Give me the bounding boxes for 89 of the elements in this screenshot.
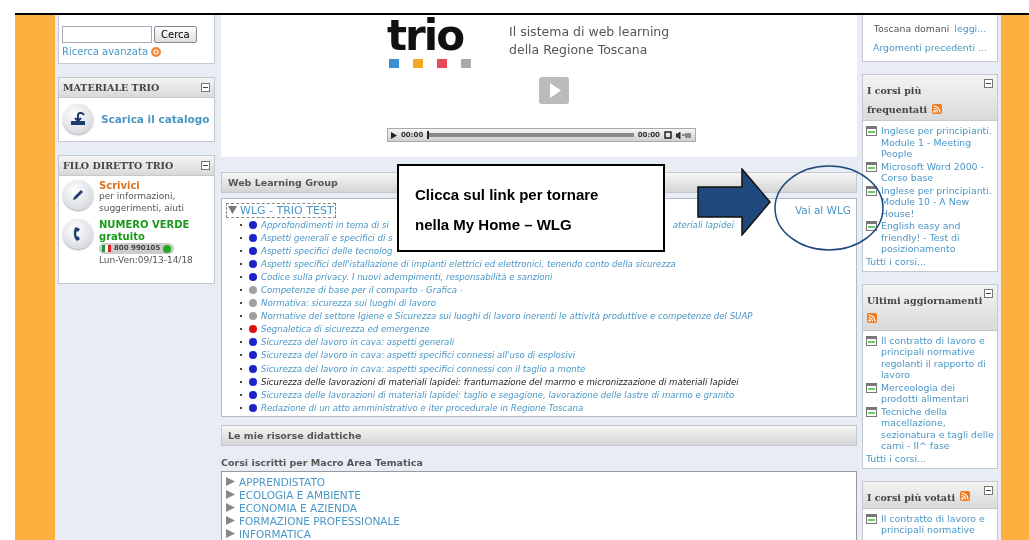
course-link[interactable]: Tecniche della macellazione, sezionatura e tagli delle carni - II^ fase — [881, 405, 994, 452]
course-link[interactable]: Sicurezza del lavoro in cava: aspetti specifici connessi con il taglio a monte — [261, 363, 586, 374]
collapse-icon[interactable] — [984, 288, 993, 298]
panel-title: Ultimi aggiornamenti — [867, 294, 983, 306]
course-link[interactable]: Il contratto di lavoro e principali normative — [881, 512, 994, 536]
read-more-link[interactable]: leggi... — [954, 23, 987, 34]
logo-squares-icon — [387, 59, 471, 68]
tagline: della Regione Toscana — [509, 41, 649, 59]
course-link[interactable]: Normativa: sicurezza sui luoghi di lavoro — [261, 298, 436, 309]
play-overlay-icon[interactable] — [539, 77, 569, 104]
course-link[interactable]: Microsoft Word 2000 - Corso base — [881, 160, 994, 184]
collapse-icon[interactable] — [201, 83, 210, 92]
document-icon — [866, 185, 877, 196]
triangle-icon[interactable] — [226, 529, 235, 538]
section-title: Web Learning Group — [228, 177, 338, 188]
news-text: Toscana domani — [873, 23, 950, 34]
course-link[interactable]: Aspetti specifici delle tecnolog — [261, 245, 393, 256]
play-icon[interactable] — [391, 131, 397, 139]
panel-title: FILO DIRETTO TRIO — [63, 160, 174, 171]
write-link[interactable]: Scrivici — [99, 180, 210, 191]
rss-icon[interactable] — [960, 491, 971, 501]
panel-title: MATERIALE TRIO — [63, 82, 160, 93]
phone-icon — [63, 219, 93, 250]
course-link[interactable]: Il contratto di lavoro e principali normative regolanti il rapporto di lavoro — [881, 334, 994, 381]
category-link[interactable]: ECONOMIA E AZIENDA — [239, 501, 358, 514]
course-link[interactable]: Codice sulla privacy. I nuovi adempimenti, responsabilità e sanzioni — [261, 271, 553, 282]
course-link[interactable]: Normative del settore Igiene e Sicurezza sui luoghi di lavoro inerenti le attività produttive e competenze del SUAP — [261, 311, 753, 322]
course-link[interactable]: English easy and friendly! - Test di posizionamento — [881, 220, 994, 255]
course-link[interactable]: Merceologia dei prodotti alimentari — [881, 381, 994, 405]
advanced-search-link[interactable]: Ricerca avanzata — [62, 46, 148, 57]
go-to-wlg-link[interactable]: Vai al WLG — [794, 204, 851, 216]
course-link[interactable]: Sicurezza delle lavorazioni di materiali lapidei: frantumazione del marmo e micronizzazione di materiali lapidei — [261, 376, 739, 387]
course-link[interactable]: Approfondimenti in tema di si — [261, 219, 389, 230]
category-link[interactable]: APPRENDISTATO — [239, 475, 326, 488]
at-sign-icon — [151, 46, 161, 57]
rss-icon[interactable] — [867, 313, 877, 323]
triangle-icon[interactable] — [226, 477, 235, 486]
category-link[interactable]: INFORMATICA — [239, 527, 311, 540]
document-icon — [866, 335, 877, 346]
document-icon — [866, 221, 877, 231]
document-icon — [866, 513, 877, 524]
write-description: per informazioni, suggerimenti, aiuti — [99, 191, 186, 215]
fullscreen-icon[interactable] — [664, 131, 672, 139]
panel-title: I corsi più frequentati — [867, 85, 928, 115]
triangle-icon[interactable] — [226, 490, 235, 499]
logo: trio — [387, 15, 465, 57]
course-link[interactable]: Sicurezza delle lavorazioni di materiali lapidei: taglio e segagione, lavorazione delle lastre di marmo e granito — [261, 389, 735, 400]
all-courses-link[interactable]: Tutti i corsi... — [866, 452, 994, 464]
search-button[interactable]: Cerca — [154, 26, 197, 43]
course-link[interactable]: ateriali lapidei — [672, 219, 735, 230]
pen-icon — [63, 180, 93, 210]
collapse-icon[interactable] — [984, 79, 993, 88]
collapse-icon[interactable] — [984, 485, 993, 495]
course-link[interactable]: Sicurezza del lavoro in cava: aspetti specifici connessi all'uso di esplosivi — [261, 350, 576, 361]
triangle-icon[interactable] — [226, 516, 235, 525]
previous-topics-link[interactable]: Argomenti precedenti ... — [872, 42, 987, 53]
course-link[interactable]: Competenze di base per il comparto - Grafica - — [261, 285, 463, 295]
all-courses-link[interactable]: Tutti i corsi... — [866, 255, 994, 267]
document-icon — [866, 161, 877, 172]
download-catalog-link[interactable]: Scarica il catalogo — [101, 113, 210, 125]
course-link[interactable]: Sicurezza del lavoro in cava: aspetti generali — [261, 337, 455, 348]
volume-icon[interactable] — [676, 131, 692, 139]
document-icon — [866, 406, 877, 417]
course-link[interactable]: Inglese per principianti. Module 1 - Meeting People — [881, 125, 994, 160]
category-link[interactable]: FORMAZIONE PROFESSIONALE — [239, 514, 400, 527]
document-icon — [866, 126, 877, 136]
flag-icon — [102, 245, 111, 253]
toll-free-label: NUMERO VERDE gratuito — [99, 219, 191, 243]
subsection-title: Corsi iscritti per Macro Area Tematica — [221, 457, 424, 468]
triangle-icon[interactable] — [226, 503, 235, 512]
opening-hours: Lun-Ven:09/13-14/18 — [99, 255, 194, 268]
panel-title: I corsi più votati — [867, 491, 955, 503]
rss-icon[interactable] — [932, 103, 943, 114]
tagline: Il sistema di web learning — [509, 23, 670, 41]
group-toggle[interactable]: WLG - TRIO TEST — [226, 202, 336, 218]
search-field[interactable] — [62, 26, 152, 43]
section-title: Le mie risorse didattiche — [228, 430, 362, 441]
course-link[interactable]: Segnaletica di sicurezza ed emergenze — [261, 324, 430, 335]
course-link[interactable]: Redazione di un atto amministrativo e iter procedurale in Regione Toscana — [261, 402, 584, 413]
callout-box: Clicca sul link per tornare nella My Home – WLG — [397, 164, 665, 252]
course-link[interactable]: Aspetti generali e specifici di s — [261, 232, 393, 243]
collapse-icon[interactable] — [201, 161, 210, 170]
seek-thumb[interactable] — [427, 131, 430, 139]
category-link[interactable]: ECOLOGIA E AMBIENTE — [239, 488, 361, 501]
phone-icon — [163, 244, 172, 253]
course-link[interactable]: Aspetti specifici dell'istallazione di impianti elettrici ed elettronici, tenendo conto della sicurezza — [261, 258, 676, 269]
download-icon — [63, 104, 93, 134]
triangle-icon — [228, 206, 237, 214]
document-icon — [866, 382, 877, 393]
